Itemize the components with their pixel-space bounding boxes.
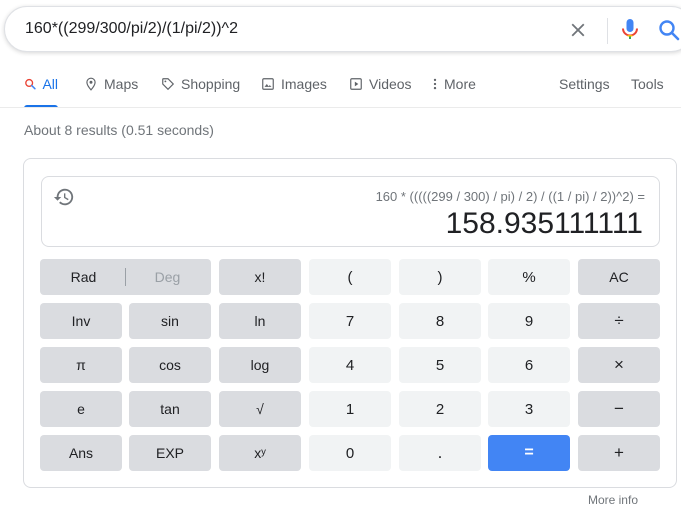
calc-expression: 160 * (((((299 / 300) / pi) / 2) / ((1 /… bbox=[375, 189, 645, 204]
search-divider bbox=[607, 18, 608, 44]
digit-2-button[interactable]: 2 bbox=[399, 391, 481, 427]
inverse-button[interactable]: Inv bbox=[40, 303, 122, 339]
digit-5-button[interactable]: 5 bbox=[399, 347, 481, 383]
decimal-button[interactable]: . bbox=[399, 435, 481, 471]
tools-link[interactable]: Tools bbox=[631, 60, 664, 108]
tab-label: Images bbox=[281, 76, 327, 92]
tab-more[interactable]: More bbox=[432, 60, 476, 108]
tab-label: More bbox=[444, 76, 476, 92]
ln-button[interactable]: ln bbox=[219, 303, 301, 339]
percent-button[interactable]: % bbox=[488, 259, 570, 295]
right-paren-button[interactable]: ) bbox=[399, 259, 481, 295]
tab-label: Videos bbox=[369, 76, 412, 92]
pi-button[interactable]: π bbox=[40, 347, 122, 383]
search-input[interactable]: 160*((299/300/pi/2)/(1/pi/2))^2 bbox=[25, 20, 238, 38]
digit-7-button[interactable]: 7 bbox=[309, 303, 391, 339]
map-pin-icon bbox=[86, 77, 96, 91]
sqrt-button[interactable]: √ bbox=[219, 391, 301, 427]
sin-button[interactable]: sin bbox=[129, 303, 211, 339]
close-icon[interactable] bbox=[567, 19, 589, 41]
digit-6-button[interactable]: 6 bbox=[488, 347, 570, 383]
tab-videos[interactable]: Videos bbox=[349, 60, 412, 108]
rad-deg-divider bbox=[125, 268, 126, 286]
result-stats: About 8 results (0.51 seconds) bbox=[24, 122, 214, 138]
power-button[interactable]: xʸ bbox=[219, 435, 301, 471]
tab-label: All bbox=[42, 76, 58, 92]
settings-link[interactable]: Settings bbox=[559, 60, 610, 108]
play-icon bbox=[350, 78, 362, 90]
answer-button[interactable]: Ans bbox=[40, 435, 122, 471]
factorial-button[interactable]: x! bbox=[219, 259, 301, 295]
digit-1-button[interactable]: 1 bbox=[309, 391, 391, 427]
divide-button[interactable]: ÷ bbox=[578, 303, 660, 339]
e-button[interactable]: e bbox=[40, 391, 122, 427]
calculator-display: 160 * (((((299 / 300) / pi) / 2) / ((1 /… bbox=[41, 176, 660, 247]
history-icon[interactable] bbox=[53, 186, 75, 208]
deg-button[interactable]: Deg bbox=[126, 259, 210, 295]
search-icon bbox=[25, 78, 36, 90]
tag-icon bbox=[162, 78, 175, 91]
tabs-divider bbox=[0, 107, 681, 108]
search-tabs: All Maps Shopping Images Videos More Set… bbox=[0, 60, 681, 108]
all-clear-button[interactable]: AC bbox=[578, 259, 660, 295]
left-paren-button[interactable]: ( bbox=[309, 259, 391, 295]
log-button[interactable]: log bbox=[219, 347, 301, 383]
multiply-button[interactable]: × bbox=[578, 347, 660, 383]
plus-button[interactable]: + bbox=[578, 435, 660, 471]
minus-button[interactable]: − bbox=[578, 391, 660, 427]
image-icon bbox=[262, 78, 274, 90]
tab-label: Maps bbox=[104, 76, 139, 92]
tab-images[interactable]: Images bbox=[261, 60, 327, 108]
tab-shopping[interactable]: Shopping bbox=[161, 60, 240, 108]
cos-button[interactable]: cos bbox=[129, 347, 211, 383]
digit-3-button[interactable]: 3 bbox=[488, 391, 570, 427]
calc-result: 158.935111111 bbox=[445, 207, 643, 240]
more-info-link[interactable]: More info bbox=[588, 493, 638, 507]
digit-4-button[interactable]: 4 bbox=[309, 347, 391, 383]
more-vert-icon bbox=[433, 78, 437, 90]
tab-all[interactable]: All bbox=[24, 60, 58, 108]
digit-8-button[interactable]: 8 bbox=[399, 303, 481, 339]
mic-icon[interactable] bbox=[618, 17, 642, 43]
search-icon[interactable] bbox=[657, 18, 681, 42]
tan-button[interactable]: tan bbox=[129, 391, 211, 427]
digit-9-button[interactable]: 9 bbox=[488, 303, 570, 339]
exp-button[interactable]: EXP bbox=[129, 435, 211, 471]
search-bar: 160*((299/300/pi/2)/(1/pi/2))^2 bbox=[4, 6, 681, 52]
rad-deg-toggle[interactable]: Rad Deg bbox=[40, 259, 211, 295]
digit-0-button[interactable]: 0 bbox=[309, 435, 391, 471]
calculator: 160 * (((((299 / 300) / pi) / 2) / ((1 /… bbox=[23, 158, 677, 488]
rad-button[interactable]: Rad bbox=[42, 259, 126, 295]
tab-label: Shopping bbox=[181, 76, 241, 92]
tab-maps[interactable]: Maps bbox=[84, 60, 138, 108]
equals-button[interactable]: = bbox=[488, 435, 570, 471]
